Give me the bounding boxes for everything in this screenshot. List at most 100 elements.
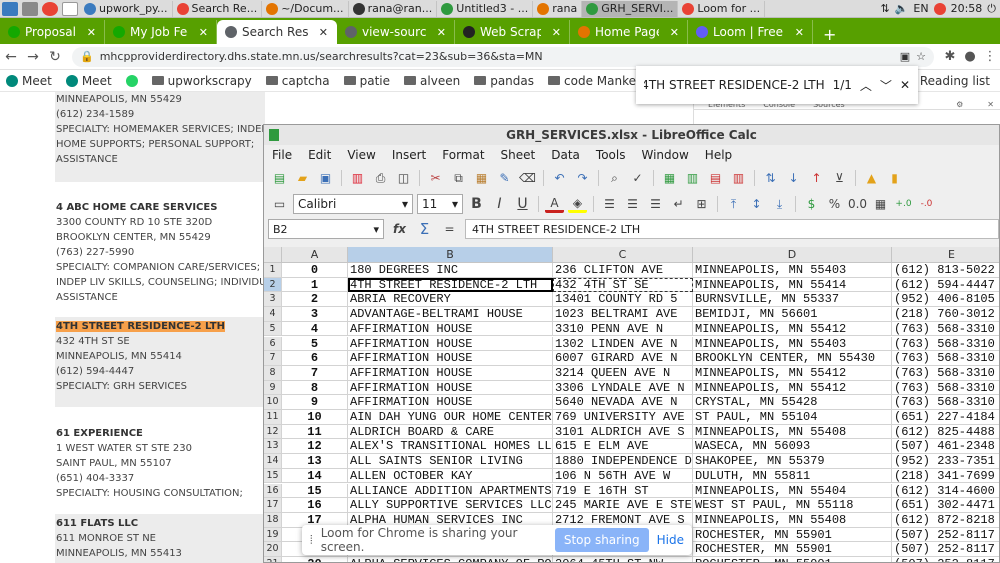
cell[interactable]: MINNEAPOLIS, MN 55412 — [693, 321, 892, 337]
drag-handle-icon[interactable]: ⦙ — [310, 533, 313, 548]
cell[interactable]: MINNEAPOLIS, MN 55404 — [693, 483, 892, 499]
new-document-icon[interactable]: ▤ — [270, 170, 289, 187]
row-icon[interactable]: ▦ — [660, 170, 679, 187]
cell[interactable]: AFFIRMATION HOUSE — [348, 321, 553, 337]
cell[interactable]: AFFIRMATION HOUSE — [348, 351, 553, 366]
row-header[interactable]: 18 — [264, 512, 282, 528]
cell[interactable]: 5640 NEVADA AVE N — [553, 395, 693, 410]
cell[interactable]: 7 — [282, 365, 348, 381]
cell[interactable]: 16 — [282, 498, 348, 513]
italic-icon[interactable]: I — [490, 196, 509, 213]
cell[interactable]: (763) 568-3310 — [892, 337, 999, 352]
row-header[interactable]: 14 — [264, 454, 282, 469]
cell[interactable]: 15 — [282, 483, 348, 499]
print-icon[interactable]: ⎙ — [371, 170, 390, 187]
row-header[interactable]: 4 — [264, 307, 282, 322]
cell[interactable]: (218) 760-3012 — [892, 307, 999, 322]
menu-insert[interactable]: Insert — [392, 148, 426, 162]
browser-tab[interactable]: view-source ✕ — [337, 20, 455, 44]
cell[interactable]: (507) 252-8117 — [892, 557, 999, 562]
cell[interactable]: MINNEAPOLIS, MN 55408 — [693, 424, 892, 440]
row-header[interactable]: 19 — [264, 527, 282, 543]
cell[interactable]: AFFIRMATION HOUSE — [348, 380, 553, 396]
cell[interactable]: (763) 568-3310 — [892, 351, 999, 366]
row-header[interactable]: 12 — [264, 424, 282, 440]
column-header[interactable]: C — [553, 247, 693, 263]
row-header[interactable]: 2 — [264, 277, 282, 293]
cell[interactable]: BEMIDJI, MN 56601 — [693, 307, 892, 322]
cell[interactable]: BURNSVILLE, MN 55337 — [693, 292, 892, 308]
bookmark-star-icon[interactable]: ☆ — [916, 50, 926, 63]
export-pdf-icon[interactable]: ▥ — [348, 170, 367, 187]
cell[interactable]: (612) 813-5022 — [892, 263, 999, 278]
files-icon[interactable] — [22, 1, 38, 16]
browser-tab[interactable]: Search Resu ✕ — [217, 20, 337, 44]
chevron-down-icon[interactable]: ▾ — [373, 223, 379, 236]
cell[interactable]: 6 — [282, 351, 348, 366]
taskbar-task[interactable]: Loom for ... — [678, 0, 766, 17]
network-icon[interactable]: ⇅ — [880, 2, 889, 15]
cell[interactable]: 2 — [282, 292, 348, 308]
align-right-icon[interactable]: ☰ — [646, 196, 665, 213]
chevron-down-icon[interactable]: ▾ — [452, 197, 458, 211]
font-color-icon[interactable]: A — [545, 196, 564, 213]
browser-menu-icon[interactable]: ⋮ — [980, 49, 1000, 64]
row-header[interactable]: 6 — [264, 336, 282, 352]
align-middle-icon[interactable]: ↕ — [747, 196, 766, 213]
print-preview-icon[interactable]: ◫ — [394, 170, 413, 187]
cell[interactable]: 1 — [282, 277, 348, 293]
cell[interactable]: (612) 594-4447 — [892, 278, 999, 293]
cell[interactable]: 1023 BELTRAMI AVE — [553, 307, 693, 322]
browser-tab[interactable]: Proposals ✕ — [0, 20, 105, 44]
currency-icon[interactable]: $ — [802, 196, 821, 213]
column-icon[interactable]: ▥ — [683, 170, 702, 187]
browser-tab[interactable]: Loom | Free ✕ — [688, 20, 813, 44]
taskbar-task[interactable]: Untitled3 - ... — [437, 0, 534, 17]
cell[interactable]: 1302 LINDEN AVE N — [553, 336, 693, 352]
cell[interactable]: 3306 LYNDALE AVE N — [553, 380, 693, 396]
open-folder-icon[interactable]: ▰ — [293, 170, 312, 187]
clone-formatting-icon[interactable]: ✎ — [495, 170, 514, 187]
cell[interactable]: 14 — [282, 468, 348, 484]
percent-icon[interactable]: % — [825, 196, 844, 213]
undo-icon[interactable]: ↶ — [550, 170, 569, 187]
bookmark-item[interactable]: patie — [343, 74, 390, 88]
row-header[interactable]: 5 — [264, 321, 282, 337]
delete-decimal-icon[interactable]: -.0 — [917, 196, 936, 213]
row-header[interactable]: 9 — [264, 380, 282, 396]
menu-help[interactable]: Help — [705, 148, 732, 162]
cell[interactable]: 11 — [282, 424, 348, 440]
cell[interactable]: 719 E 16TH ST — [553, 483, 693, 499]
row-header[interactable]: 17 — [264, 498, 282, 513]
align-top-icon[interactable]: ⤒ — [724, 196, 743, 213]
formula-input[interactable]: 4TH STREET RESIDENCE-2 LTH — [465, 219, 999, 239]
forward-button[interactable]: → — [22, 49, 44, 65]
cell[interactable]: AIN DAH YUNG OUR HOME CENTER — [348, 410, 553, 425]
close-icon[interactable]: ✕ — [664, 26, 679, 39]
cell[interactable]: 13 — [282, 454, 348, 469]
find-input[interactable]: 4TH STREET RESIDENCE-2 LTH — [644, 78, 825, 92]
cell[interactable]: (218) 341-7699 — [892, 469, 999, 484]
formula-icon[interactable]: = — [440, 221, 459, 238]
taskbar-task[interactable]: Search Re... — [173, 0, 263, 17]
chrome-launcher-icon[interactable] — [42, 1, 58, 16]
find-next-icon[interactable]: ﹀ — [880, 77, 892, 94]
cell[interactable]: 8 — [282, 380, 348, 396]
menu-sheet[interactable]: Sheet — [501, 148, 536, 162]
row-header[interactable]: 15 — [264, 468, 282, 484]
browser-tab[interactable]: My Job Feed ✕ — [105, 20, 217, 44]
cell[interactable]: ADVANTAGE-BELTRAMI HOUSE — [348, 307, 553, 322]
cell[interactable]: 6007 GIRARD AVE N — [553, 351, 693, 366]
cell[interactable]: AFFIRMATION HOUSE — [348, 336, 553, 352]
url-text[interactable]: mhcpproviderdirectory.dhs.state.mn.us/se… — [100, 50, 543, 63]
menu-view[interactable]: View — [347, 148, 375, 162]
cell[interactable]: 4 — [282, 321, 348, 337]
cell[interactable]: BROOKLYN CENTER, MN 55430 — [693, 351, 892, 366]
close-icon[interactable]: ✕ — [431, 26, 446, 39]
menu-window[interactable]: Window — [641, 148, 688, 162]
cell[interactable]: (952) 233-7351 — [892, 454, 999, 469]
align-left-icon[interactable]: ☰ — [600, 196, 619, 213]
reload-button[interactable]: ↻ — [44, 49, 66, 65]
cell[interactable]: (651) 227-4184 — [892, 410, 999, 425]
sum-icon[interactable]: Σ — [415, 220, 434, 238]
